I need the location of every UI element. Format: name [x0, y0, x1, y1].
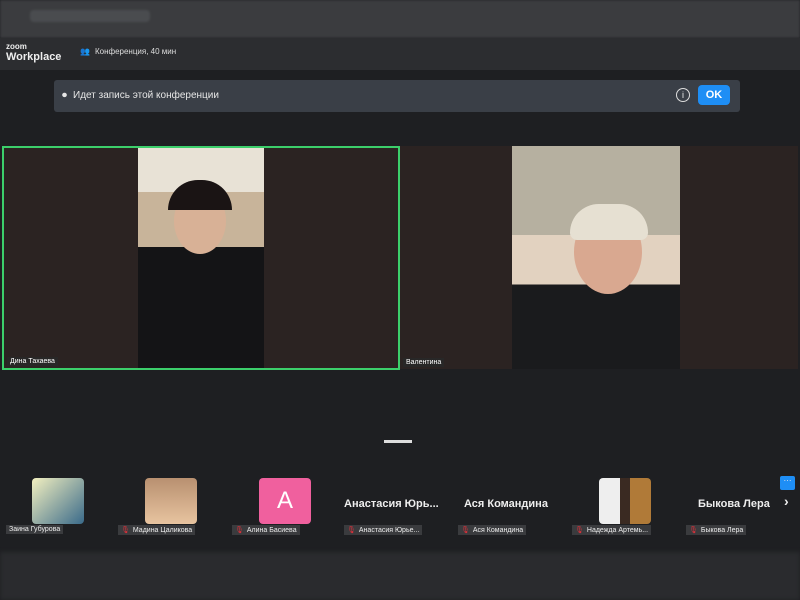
- video-tile[interactable]: Дина Тахаева: [2, 146, 400, 370]
- blurred-toolbar: [0, 552, 800, 600]
- info-icon[interactable]: i: [676, 88, 690, 102]
- mic-muted-icon: 🎙: [575, 527, 584, 534]
- zoom-logo: zoom Workplace: [6, 42, 62, 63]
- participant-name: Ася Командина: [472, 526, 524, 534]
- avatar: [599, 478, 651, 524]
- mic-muted-icon: 🎙: [235, 527, 244, 534]
- participant-thumbnail[interactable]: 🎙 Мадина Цаликова: [118, 478, 218, 538]
- mic-muted-icon: 🎙: [347, 527, 356, 534]
- participant-thumbnail[interactable]: Ася Командина 🎙 Ася Командина: [458, 478, 558, 538]
- participant-display-name: Ася Командина: [464, 498, 548, 510]
- mic-muted-icon: 🎙: [461, 527, 470, 534]
- participant-display-name: Быкова Лера: [698, 498, 770, 510]
- recording-icon: ⏺: [62, 90, 67, 101]
- participant-video: [138, 148, 264, 368]
- participant-name: Надежда Артемь...: [586, 526, 649, 534]
- participant-name: Алина Басиева: [246, 526, 297, 534]
- participant-name: Мадина Цаликова: [132, 526, 193, 534]
- blurred-title-bar: [0, 0, 800, 38]
- ok-button[interactable]: OK: [698, 85, 730, 105]
- participant-thumbnail[interactable]: Анастасия Юрь... 🎙 Анастасия Юрье...: [344, 478, 458, 538]
- avatar: [32, 478, 84, 524]
- participant-thumbnail[interactable]: Заина Губурова: [6, 478, 106, 538]
- meeting-info[interactable]: 👥 Конференция, 40 мин: [80, 47, 176, 56]
- avatar: [145, 478, 197, 524]
- recording-banner: ⏺ Идет запись этой конференции i OK: [54, 80, 740, 112]
- recording-text: Идет запись этой конференции: [73, 90, 219, 101]
- participant-name: Заина Губурова: [9, 526, 61, 533]
- participants-icon: 👥: [80, 47, 90, 56]
- mic-muted-icon: 🎙: [689, 527, 698, 534]
- participant-thumbnail[interactable]: A 🎙 Алина Басиева: [232, 478, 332, 538]
- header-bar: zoom Workplace 👥 Конференция, 40 мин: [0, 38, 800, 70]
- meeting-duration: Конференция, 40 мин: [94, 47, 177, 56]
- participant-name: Анастасия Юрье...: [358, 526, 420, 534]
- participant-name: Дина Тахаева: [7, 357, 58, 366]
- participant-video: [512, 146, 680, 369]
- pagination-handle[interactable]: [384, 440, 412, 443]
- avatar: A: [259, 478, 311, 524]
- mic-muted-icon: 🎙: [121, 527, 130, 534]
- participant-name: Валентина: [403, 358, 445, 367]
- participant-thumbnail[interactable]: Быкова Лера 🎙 Быкова Лера: [686, 478, 786, 538]
- video-tile[interactable]: Валентина: [400, 146, 798, 369]
- more-options-button[interactable]: ···: [780, 476, 795, 490]
- participant-name: Быкова Лера: [700, 526, 744, 534]
- participant-thumbnail[interactable]: 🎙 Надежда Артемь...: [572, 478, 672, 538]
- participant-display-name: Анастасия Юрь...: [344, 498, 439, 510]
- next-page-chevron-icon[interactable]: ›: [784, 493, 789, 509]
